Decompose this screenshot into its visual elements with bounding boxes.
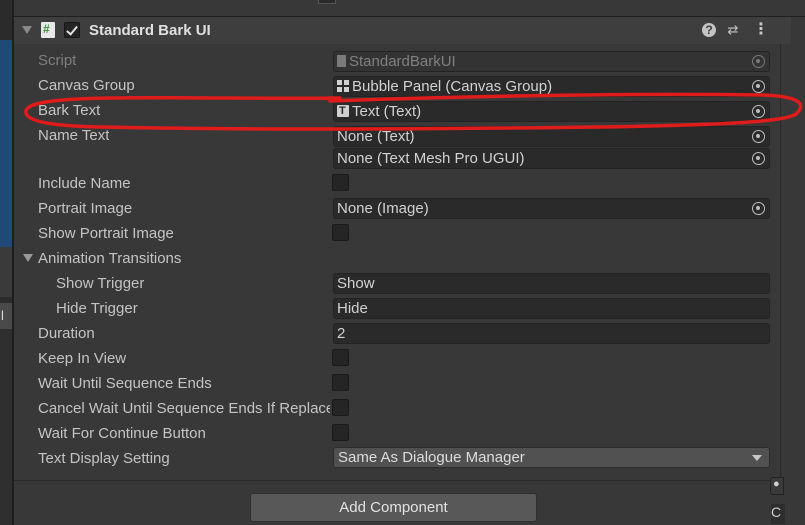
foldout-arrow-icon[interactable] xyxy=(22,26,32,34)
scene-view-panel xyxy=(0,247,12,297)
scrollbar-track[interactable] xyxy=(780,44,781,480)
name-text-value: None (Text) xyxy=(337,128,415,145)
script-value: StandardBarkUI xyxy=(349,53,456,70)
canvas-group-icon xyxy=(337,80,349,92)
text-component-icon xyxy=(337,102,349,121)
wait-for-continue-checkbox[interactable] xyxy=(332,424,349,441)
wait-until-sequence-ends-label: Wait Until Sequence Ends xyxy=(38,375,212,392)
corner-toggle-button[interactable]: ● xyxy=(770,477,784,495)
show-portrait-image-label: Show Portrait Image xyxy=(38,225,174,242)
scene-view-lower-panel xyxy=(0,330,12,525)
object-picker-icon[interactable] xyxy=(752,202,765,215)
component-enabled-checkbox[interactable] xyxy=(64,22,80,38)
object-picker-icon xyxy=(752,55,765,68)
duration-input[interactable]: 2 xyxy=(333,323,770,344)
include-name-checkbox[interactable] xyxy=(332,174,349,191)
bark-text-value: Text (Text) xyxy=(352,103,422,120)
script-file-icon xyxy=(337,55,346,67)
object-picker-icon[interactable] xyxy=(752,152,765,165)
cancel-wait-label: Cancel Wait Until Sequence Ends If Repla… xyxy=(38,400,330,417)
animation-transitions-foldout-icon[interactable] xyxy=(23,254,33,262)
keep-in-view-label: Keep In View xyxy=(38,350,127,367)
scene-view-preview xyxy=(0,40,12,247)
hide-trigger-input[interactable]: Hide xyxy=(333,298,770,319)
cancel-wait-checkbox[interactable] xyxy=(332,399,349,416)
object-picker-icon[interactable] xyxy=(752,130,765,143)
kebab-menu-icon[interactable]: ⋮ xyxy=(753,22,769,38)
object-picker-icon[interactable] xyxy=(752,80,765,93)
previous-component-checkbox[interactable] xyxy=(318,0,336,4)
wait-until-sequence-ends-checkbox[interactable] xyxy=(332,374,349,391)
presets-icon[interactable]: ⇄ xyxy=(725,22,741,38)
inspector-bottom-separator xyxy=(14,480,781,481)
show-trigger-input[interactable]: Show xyxy=(333,273,770,294)
text-display-setting-value: Same As Dialogue Manager xyxy=(338,449,525,466)
add-component-button[interactable]: Add Component xyxy=(250,493,537,522)
object-picker-icon[interactable] xyxy=(752,105,765,118)
canvas-group-value: Bubble Panel (Canvas Group) xyxy=(352,78,553,95)
canvas-group-field[interactable]: Bubble Panel (Canvas Group) xyxy=(333,76,770,97)
script-field[interactable]: StandardBarkUI xyxy=(333,51,770,72)
portrait-image-label: Portrait Image xyxy=(38,200,133,217)
hide-trigger-label: Hide Trigger xyxy=(56,300,138,317)
name-text-tmp-field[interactable]: None (Text Mesh Pro UGUI) xyxy=(333,148,770,169)
name-text-field[interactable]: None (Text) xyxy=(333,126,770,147)
animation-transitions-label[interactable]: Animation Transitions xyxy=(38,250,181,267)
bark-text-label: Bark Text xyxy=(38,102,101,119)
show-trigger-label: Show Trigger xyxy=(56,275,145,292)
help-icon[interactable]: ? xyxy=(702,23,716,37)
bark-text-field[interactable]: Text (Text) xyxy=(333,101,770,122)
portrait-image-field[interactable]: None (Image) xyxy=(333,198,770,219)
component-title: Standard Bark UI xyxy=(89,22,211,39)
script-label: Script xyxy=(38,52,77,69)
duration-label: Duration xyxy=(38,325,95,342)
text-display-setting-dropdown[interactable]: Same As Dialogue Manager xyxy=(333,447,770,468)
name-text-tmp-value: None (Text Mesh Pro UGUI) xyxy=(337,150,525,167)
wait-for-continue-label: Wait For Continue Button xyxy=(38,425,206,442)
dropdown-arrow-icon xyxy=(752,455,762,461)
csharp-script-icon: # xyxy=(41,22,55,38)
corner-tab-fragment[interactable]: C xyxy=(771,504,785,524)
portrait-image-value: None (Image) xyxy=(337,200,429,217)
component-header[interactable]: # Standard Bark UI ? ⇄ ⋮ xyxy=(14,17,791,44)
include-name-label: Include Name xyxy=(38,175,131,192)
keep-in-view-checkbox[interactable] xyxy=(332,349,349,366)
show-portrait-image-checkbox[interactable] xyxy=(332,224,349,241)
canvas-group-label: Canvas Group xyxy=(38,77,135,94)
name-text-label: Name Text xyxy=(38,127,110,144)
corner-eye-icon: ● xyxy=(773,478,780,490)
text-display-setting-label: Text Display Setting xyxy=(38,450,170,467)
